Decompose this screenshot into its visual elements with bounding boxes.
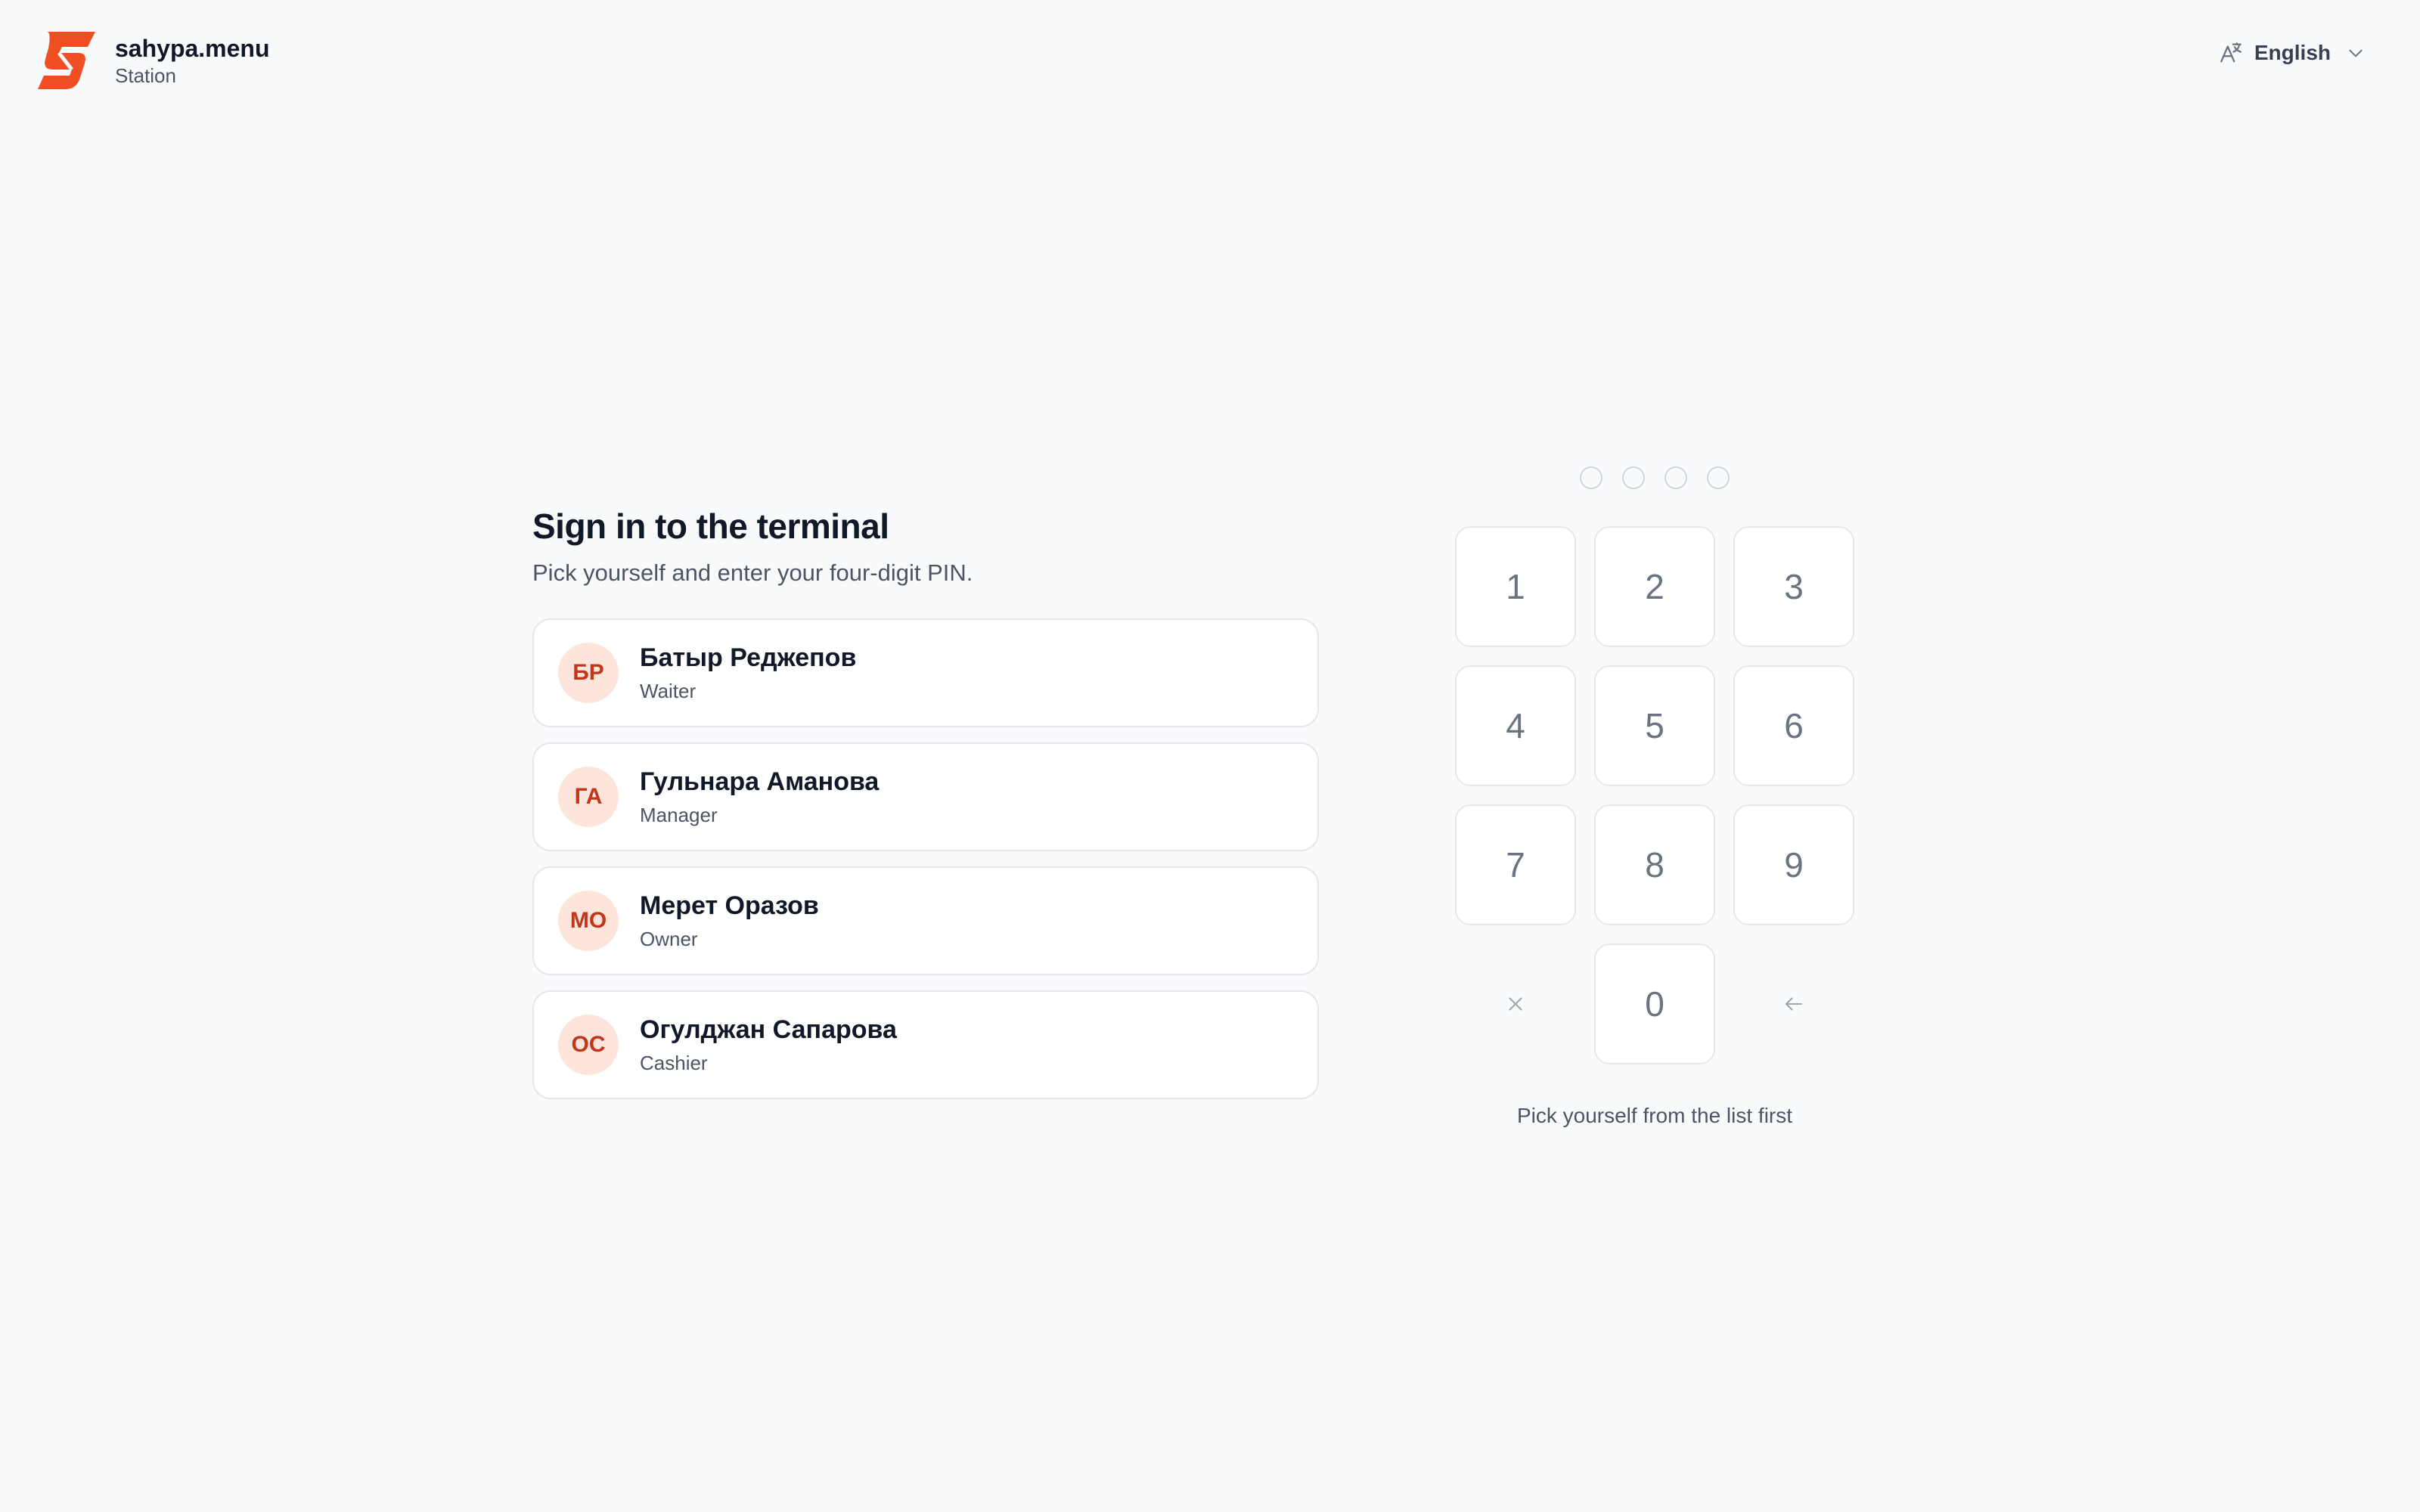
key-8[interactable]: 8 xyxy=(1594,804,1715,925)
chevron-down-icon xyxy=(2349,49,2363,57)
staff-name: Гульнара Аманова xyxy=(640,767,880,796)
avatar: МО xyxy=(558,891,619,951)
signin-panel: Sign in to the terminal Pick yourself an… xyxy=(532,502,1319,1114)
key-3[interactable]: 3 xyxy=(1733,526,1854,647)
staff-card[interactable]: БР Батыр Реджепов Waiter xyxy=(532,618,1319,727)
avatar: БР xyxy=(558,643,619,703)
staff-card[interactable]: ОС Огулджан Сапарова Cashier xyxy=(532,990,1319,1099)
clear-button[interactable] xyxy=(1455,943,1576,1064)
pin-keypad: 1 2 3 4 5 6 7 8 9 0 xyxy=(1455,526,1854,1064)
staff-card[interactable]: ГА Гульнара Аманова Manager xyxy=(532,742,1319,851)
staff-role: Waiter xyxy=(640,680,697,702)
staff-name: Батыр Реджепов xyxy=(640,643,857,672)
avatar: ГА xyxy=(558,767,619,827)
key-5[interactable]: 5 xyxy=(1594,665,1715,786)
key-4[interactable]: 4 xyxy=(1455,665,1576,786)
staff-role: Owner xyxy=(640,928,698,950)
pin-panel: 1 2 3 4 5 6 7 8 9 0 Pick yourself from t… xyxy=(1455,463,1854,1128)
key-7[interactable]: 7 xyxy=(1455,804,1576,925)
staff-info: Гульнара Аманова Manager xyxy=(640,765,879,829)
key-1[interactable]: 1 xyxy=(1455,526,1576,647)
brand-text: sahypa.menu Station xyxy=(115,33,270,88)
brand-name: sahypa.menu xyxy=(115,35,270,62)
staff-name: Огулджан Сапарова xyxy=(640,1015,897,1044)
pin-dot xyxy=(1580,466,1602,489)
staff-name: Мерет Оразов xyxy=(640,891,819,920)
pin-dot xyxy=(1622,466,1645,489)
staff-info: Мерет Оразов Owner xyxy=(640,889,819,953)
staff-role: Manager xyxy=(640,804,718,826)
arrow-left-icon xyxy=(1786,997,1802,1011)
avatar: ОС xyxy=(558,1015,619,1075)
backspace-button[interactable] xyxy=(1733,943,1854,1064)
brand: sahypa.menu Station xyxy=(36,30,270,91)
staff-info: Батыр Реджепов Waiter xyxy=(640,641,856,705)
key-2[interactable]: 2 xyxy=(1594,526,1715,647)
key-0[interactable]: 0 xyxy=(1594,943,1715,1064)
staff-card[interactable]: МО Мерет Оразов Owner xyxy=(532,866,1319,975)
language-label: English xyxy=(2254,41,2331,64)
key-6[interactable]: 6 xyxy=(1733,665,1854,786)
page-subtitle: Pick yourself and enter your four-digit … xyxy=(532,559,973,586)
brand-subtitle: Station xyxy=(115,64,176,87)
page-title: Sign in to the terminal xyxy=(532,507,889,546)
staff-list: БР Батыр Реджепов Waiter ГА Гульнара Ама… xyxy=(532,618,1319,1099)
pin-dot xyxy=(1665,466,1687,489)
close-icon xyxy=(1509,997,1522,1011)
sahypa-s-logo-icon xyxy=(38,32,95,89)
staff-role: Cashier xyxy=(640,1052,708,1074)
translate-icon xyxy=(2220,42,2242,63)
pin-indicator xyxy=(1455,463,1854,493)
pin-hint: Pick yourself from the list first xyxy=(1516,1104,1793,1127)
language-selector[interactable]: English xyxy=(2218,36,2366,70)
staff-info: Огулджан Сапарова Cashier xyxy=(640,1013,897,1077)
key-9[interactable]: 9 xyxy=(1733,804,1854,925)
pin-dot xyxy=(1707,466,1730,489)
top-bar: sahypa.menu Station English xyxy=(0,0,2420,121)
